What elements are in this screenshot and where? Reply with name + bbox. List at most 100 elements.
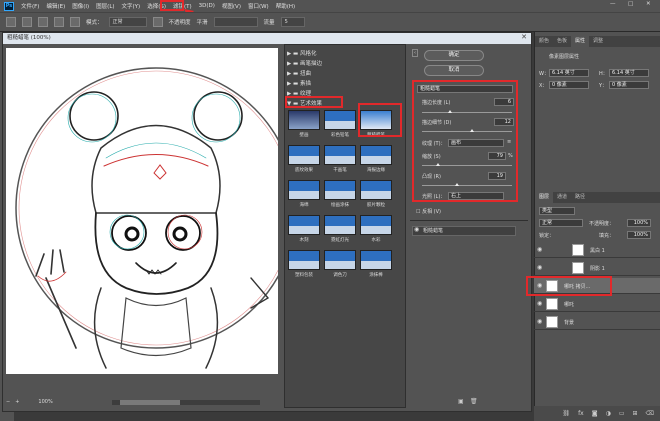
height-input[interactable]: 6.14 英寸	[609, 69, 649, 77]
tab-adjustments[interactable]: 调整	[589, 36, 607, 47]
fill-input[interactable]: 100%	[627, 231, 651, 239]
folder-brush-strokes[interactable]: ▶ ▬ 画笔描边	[287, 59, 322, 67]
brush-mode-icon[interactable]	[38, 17, 48, 27]
menu-window[interactable]: 窗口(W)	[248, 2, 269, 10]
flow-select[interactable]: 5	[280, 17, 305, 27]
width-input[interactable]: 6.14 英寸	[549, 69, 589, 77]
filter-thumb[interactable]	[288, 145, 320, 165]
menu-image[interactable]: 图像(I)	[72, 2, 89, 10]
layer-row[interactable]: ◉ 哪吒	[534, 296, 660, 312]
new-layer-icon[interactable]: ⊞	[632, 410, 637, 417]
tab-swatches[interactable]: 色板	[553, 36, 571, 47]
filter-thumb[interactable]	[288, 180, 320, 200]
link-icon[interactable]: ⛓	[562, 410, 570, 417]
filter-thumb[interactable]	[324, 250, 356, 270]
menu-type[interactable]: 文字(Y)	[122, 2, 141, 10]
scale-knob[interactable]	[436, 163, 440, 166]
filter-thumb[interactable]	[360, 180, 392, 200]
invert-checkbox[interactable]: ☐ 反相 (V)	[416, 208, 441, 215]
light-select[interactable]: 右上	[448, 192, 504, 200]
preview-scroll-thumb[interactable]	[120, 400, 180, 405]
eye-icon[interactable]: ◉	[537, 318, 542, 325]
adjustment-icon[interactable]: ◑	[606, 410, 611, 417]
dialog-close-button[interactable]: ✕	[521, 33, 527, 41]
filter-thumb[interactable]	[288, 215, 320, 235]
folder-distort[interactable]: ▶ ▬ 扭曲	[287, 69, 311, 77]
stroke-detail-input[interactable]: 12	[494, 118, 514, 126]
zoom-level[interactable]: 100%	[38, 399, 52, 405]
stroke-detail-slider[interactable]	[422, 131, 512, 132]
effect-layer-row[interactable]: 粗糙蜡笔	[412, 226, 516, 236]
filter-thumb[interactable]	[324, 145, 356, 165]
filter-thumb[interactable]	[288, 110, 320, 130]
mode-select[interactable]: 正常	[108, 17, 147, 27]
tab-layers[interactable]: 图层	[535, 192, 554, 203]
smooth-select[interactable]	[213, 17, 258, 27]
folder-sketch[interactable]: ▶ ▬ 素描	[287, 79, 311, 87]
brush-clone-icon[interactable]	[70, 17, 80, 27]
tab-channels[interactable]: 通道	[553, 192, 571, 203]
collapse-icon[interactable]: ‹	[412, 49, 418, 57]
eye-icon[interactable]: ◉	[537, 246, 542, 253]
eye-icon[interactable]: ◉	[537, 264, 542, 271]
filter-thumb[interactable]	[360, 250, 392, 270]
filter-thumb[interactable]	[324, 110, 356, 130]
layer-row[interactable]: ◉ 背景	[534, 314, 660, 330]
cancel-button[interactable]: 取消	[424, 65, 484, 76]
eye-icon[interactable]: ◉	[537, 300, 542, 307]
maximize-button[interactable]: □	[628, 1, 633, 7]
divider	[410, 220, 528, 221]
pressure-icon[interactable]	[152, 17, 163, 27]
relief-knob[interactable]	[455, 183, 459, 186]
close-window-button[interactable]: ✕	[646, 1, 651, 7]
zoom-out-button[interactable]: −	[6, 399, 10, 405]
layer-row[interactable]: ◉ 黑白 1	[534, 242, 660, 258]
y-input[interactable]: 0 像素	[609, 81, 649, 89]
folder-stylize[interactable]: ▶ ▬ 风格化	[287, 49, 316, 57]
layer-name: 哪吒	[564, 302, 575, 308]
filter-thumb[interactable]	[360, 145, 392, 165]
menu-edit[interactable]: 编辑(E)	[46, 2, 65, 10]
tab-color[interactable]: 颜色	[535, 36, 553, 47]
stroke-length-slider[interactable]	[422, 112, 512, 113]
blend-mode-select[interactable]: 正常	[539, 219, 583, 227]
menu-file[interactable]: 文件(F)	[21, 2, 39, 10]
brush-icon[interactable]	[22, 17, 32, 27]
tool-preset-icon[interactable]	[6, 17, 16, 27]
delete-effect-icon[interactable]: 🗑	[470, 398, 478, 405]
stroke-length-knob[interactable]	[448, 110, 452, 113]
fx-icon[interactable]: fx	[578, 410, 584, 417]
tab-paths[interactable]: 路径	[571, 192, 589, 203]
menu-help[interactable]: 帮助(H)	[276, 2, 295, 10]
scale-input[interactable]: 79	[488, 152, 506, 160]
minimize-button[interactable]: —	[610, 1, 616, 7]
stroke-detail-knob[interactable]	[470, 129, 474, 132]
brush-settings-icon[interactable]	[54, 17, 64, 27]
filter-thumb[interactable]	[324, 215, 356, 235]
effect-eye-icon[interactable]: ◉	[414, 226, 419, 233]
texture-menu-icon[interactable]: ≡	[507, 139, 511, 145]
opacity-input[interactable]: 100%	[627, 219, 651, 227]
zoom-in-button[interactable]: +	[15, 399, 19, 405]
filter-select[interactable]: 粗糙蜡笔	[417, 85, 513, 93]
filter-thumb[interactable]	[360, 215, 392, 235]
new-effect-icon[interactable]: ▣	[458, 398, 464, 405]
preview-canvas[interactable]	[6, 48, 278, 374]
trash-icon[interactable]: ⌫	[646, 410, 654, 417]
group-icon[interactable]: ▭	[619, 410, 625, 417]
filter-thumb[interactable]	[288, 250, 320, 270]
x-label: X：	[539, 83, 548, 89]
filter-thumb[interactable]	[324, 180, 356, 200]
mask-icon[interactable]: ◙	[592, 410, 598, 417]
stroke-length-label: 描边长度 (L)	[422, 100, 451, 106]
tab-properties[interactable]: 属性	[571, 36, 590, 47]
menu-layer[interactable]: 图层(L)	[96, 2, 114, 10]
relief-input[interactable]: 19	[488, 172, 506, 180]
layer-row[interactable]: ◉ 阴影 1	[534, 260, 660, 276]
stroke-length-input[interactable]: 6	[494, 98, 514, 106]
layer-kind-filter[interactable]: 类型	[539, 207, 575, 215]
x-input[interactable]: 0 像素	[549, 81, 589, 89]
relief-slider[interactable]	[422, 185, 512, 186]
texture-select[interactable]: 画布	[448, 139, 504, 147]
ok-button[interactable]: 确定	[424, 50, 484, 61]
